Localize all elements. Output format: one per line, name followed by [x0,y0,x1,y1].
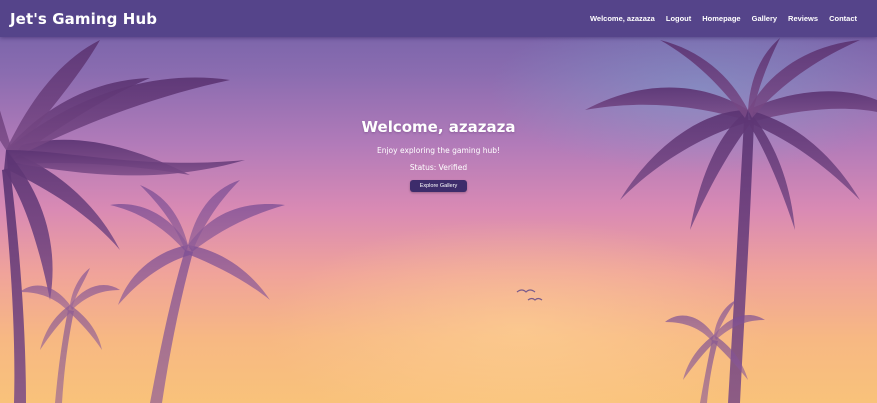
palm-tree-left-medium [110,180,285,403]
explore-gallery-button[interactable]: Explore Gallery [409,180,468,192]
birds [516,289,543,301]
nav-link-logout[interactable]: Logout [666,14,691,23]
site-brand[interactable]: Jet's Gaming Hub [10,10,157,28]
hero-section: Welcome, azazaza Enjoy exploring the gam… [0,118,877,192]
page: Jet's Gaming Hub Welcome, azazaza Logout… [0,0,877,403]
nav-link-reviews[interactable]: Reviews [788,14,818,23]
nav-links: Welcome, azazaza Logout Homepage Gallery… [590,14,857,23]
palm-tree-left-small [20,268,120,403]
nav-welcome-text: Welcome, azazaza [589,14,655,23]
palm-scenery [0,38,877,403]
nav-link-gallery[interactable]: Gallery [752,14,777,23]
hero-subtitle: Enjoy exploring the gaming hub! [376,146,501,155]
hero-title: Welcome, azazaza [361,118,516,136]
nav-link-contact[interactable]: Contact [829,14,857,23]
palm-tree-left-large [0,40,245,403]
palm-tree-right-small [665,300,765,403]
palm-tree-right-large [585,38,877,403]
nav-link-homepage[interactable]: Homepage [702,14,740,23]
verification-status: Status: Verified [409,163,468,172]
top-navbar: Jet's Gaming Hub Welcome, azazaza Logout… [0,0,877,37]
